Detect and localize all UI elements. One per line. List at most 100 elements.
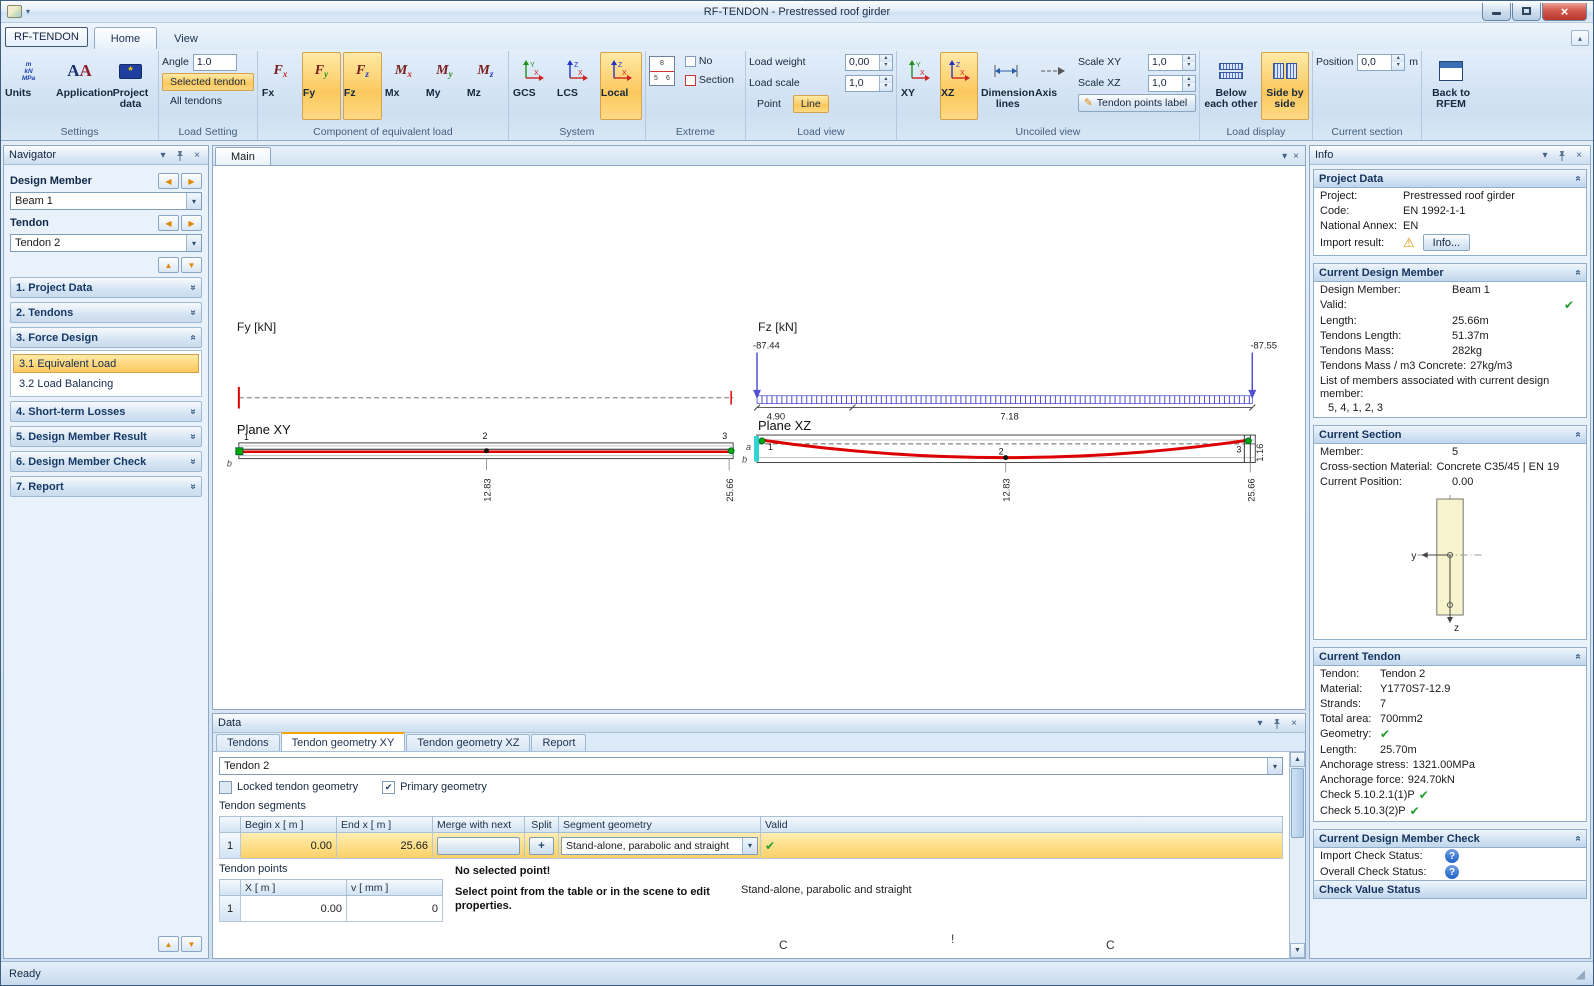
spin-down-icon[interactable]: ▾ bbox=[879, 62, 892, 70]
spin-up-icon[interactable]: ▴ bbox=[1182, 75, 1195, 83]
scene-canvas[interactable]: Fy [kN] Plane XY 1 2 3 b 12.83 25.66 Fz … bbox=[212, 165, 1306, 710]
spin-down-icon[interactable]: ▾ bbox=[879, 83, 892, 91]
component-fz-button[interactable]: Fz Fz bbox=[342, 52, 382, 120]
component-mx-button[interactable]: Mx Mx bbox=[384, 52, 423, 120]
collapse-icon[interactable]: » bbox=[1573, 270, 1584, 276]
scale-xy-spinner[interactable]: 1,0 ▴ ▾ bbox=[1147, 53, 1196, 71]
point-v-cell[interactable]: 0 bbox=[347, 896, 443, 922]
nav-item-force-design[interactable]: 3. Force Design» bbox=[10, 327, 202, 348]
segment-geometry-select[interactable]: Stand-alone, parabolic and straight ▾ bbox=[561, 836, 758, 855]
spin-up-icon[interactable]: ▴ bbox=[879, 54, 892, 62]
scale-xz-spinner[interactable]: 1,0 ▴ ▾ bbox=[1147, 74, 1196, 92]
collapse-icon[interactable]: » bbox=[1573, 836, 1584, 842]
tab-view[interactable]: View bbox=[157, 27, 215, 49]
angle-field[interactable]: 1.0 bbox=[192, 53, 237, 71]
local-button[interactable]: Z X Local bbox=[599, 52, 642, 120]
spin-up-icon[interactable]: ▴ bbox=[1182, 54, 1195, 62]
extreme-section-button[interactable]: Section bbox=[677, 71, 742, 89]
collapse-icon[interactable]: » bbox=[1573, 654, 1584, 660]
project-data-button[interactable]: * Project data bbox=[106, 52, 155, 120]
nav-item-report[interactable]: 7. Report» bbox=[10, 476, 202, 497]
back-to-rfem-button[interactable]: Back to RFEM bbox=[1425, 52, 1477, 120]
chevron-down-icon[interactable]: ▾ bbox=[742, 837, 757, 854]
segments-table-row[interactable]: 1 0.00 25.66 + Stand-alone, parabolic an… bbox=[219, 833, 1283, 859]
primary-geometry-checkbox[interactable]: ✔ Primary geometry bbox=[382, 780, 487, 794]
maximize-button[interactable] bbox=[1512, 2, 1541, 21]
move-up-button[interactable]: ▲ bbox=[158, 257, 179, 273]
data-scrollbar[interactable]: ▲ ▼ bbox=[1289, 752, 1305, 958]
nav-subitem-load-balancing[interactable]: 3.2 Load Balancing bbox=[13, 374, 199, 393]
spin-down-icon[interactable]: ▾ bbox=[1182, 83, 1195, 91]
below-each-other-button[interactable]: Below each other bbox=[1203, 52, 1259, 120]
units-button[interactable]: m kN MPa Units bbox=[4, 52, 53, 120]
tab-home[interactable]: Home bbox=[93, 27, 158, 49]
collapse-icon[interactable]: » bbox=[1573, 432, 1584, 438]
points-table-row[interactable]: 1 0.00 0 bbox=[219, 896, 443, 922]
chevron-down-icon[interactable]: ▾ bbox=[186, 235, 201, 251]
tendon-point-1-xy[interactable] bbox=[235, 447, 244, 456]
spin-down-icon[interactable]: ▾ bbox=[1182, 62, 1195, 70]
lcs-button[interactable]: Z X LCS bbox=[556, 52, 598, 120]
position-spinner[interactable]: 0,0 ▴ ▾ bbox=[1357, 53, 1406, 71]
view-menu-icon[interactable]: ▾ bbox=[1282, 151, 1287, 162]
component-mz-button[interactable]: Mz Mz bbox=[466, 52, 505, 120]
axis-button[interactable]: Axis bbox=[1034, 52, 1072, 120]
side-by-side-button[interactable]: Side by side bbox=[1260, 52, 1309, 120]
tendon-points-label-button[interactable]: ✎ Tendon points label bbox=[1077, 94, 1196, 112]
spin-down-icon[interactable]: ▾ bbox=[1392, 62, 1405, 70]
tendon-point-2-xy[interactable] bbox=[484, 448, 489, 454]
spin-up-icon[interactable]: ▴ bbox=[1392, 54, 1405, 62]
next-tendon-button[interactable]: ▶ bbox=[181, 215, 202, 231]
quick-access-chevron-icon[interactable]: ▾ bbox=[26, 7, 30, 16]
scrollbar-thumb[interactable] bbox=[1291, 768, 1304, 838]
pin-icon[interactable] bbox=[1271, 718, 1283, 729]
segment-end-cell[interactable]: 25.66 bbox=[337, 833, 433, 859]
locked-geometry-checkbox[interactable]: Locked tendon geometry bbox=[219, 780, 358, 794]
nav-subitem-equivalent-load[interactable]: 3.1 Equivalent Load bbox=[13, 354, 199, 373]
next-design-member-button[interactable]: ▶ bbox=[181, 173, 202, 189]
tendon-point-1-xz[interactable] bbox=[758, 437, 766, 445]
pin-icon[interactable] bbox=[174, 150, 186, 161]
nav-item-design-member-result[interactable]: 5. Design Member Result» bbox=[10, 426, 202, 447]
gcs-button[interactable]: Y X GCS bbox=[512, 52, 554, 120]
tendon-point-3-xz[interactable] bbox=[1244, 437, 1252, 445]
tab-report[interactable]: Report bbox=[531, 734, 587, 751]
panel-menu-icon[interactable]: ▾ bbox=[1539, 150, 1551, 161]
nav-item-short-term-losses[interactable]: 4. Short-term Losses» bbox=[10, 401, 202, 422]
point-x-cell[interactable]: 0.00 bbox=[241, 896, 347, 922]
prev-tendon-button[interactable]: ◀ bbox=[158, 215, 179, 231]
chevron-down-icon[interactable]: ▾ bbox=[1267, 758, 1282, 774]
split-button[interactable]: + bbox=[529, 836, 554, 855]
selected-tendon-button[interactable]: Selected tendon bbox=[162, 73, 254, 91]
line-button[interactable]: Line bbox=[792, 95, 829, 113]
panel-close-icon[interactable]: × bbox=[191, 150, 203, 161]
scroll-up-icon[interactable]: ▲ bbox=[1290, 752, 1305, 767]
import-info-button[interactable]: Info... bbox=[1422, 234, 1471, 251]
app-menu-button[interactable]: RF-TENDON bbox=[5, 27, 88, 47]
segment-begin-cell[interactable]: 0.00 bbox=[241, 833, 337, 859]
tendon-selector[interactable]: Tendon 2 ▾ bbox=[219, 757, 1283, 775]
panel-close-icon[interactable]: × bbox=[1288, 718, 1300, 729]
nav-item-project-data[interactable]: 1. Project Data» bbox=[10, 277, 202, 298]
tab-tendon-geometry-xy[interactable]: Tendon geometry XY bbox=[280, 732, 406, 751]
resize-grip-icon[interactable]: ◢ bbox=[1576, 967, 1585, 981]
design-member-select[interactable]: Beam 1 ▾ bbox=[10, 192, 202, 210]
merge-with-next-button[interactable] bbox=[437, 836, 520, 855]
tab-tendon-geometry-xz[interactable]: Tendon geometry XZ bbox=[406, 734, 531, 751]
point-button[interactable]: Point bbox=[749, 95, 789, 113]
load-scale-spinner[interactable]: 1,0 ▴ ▾ bbox=[844, 74, 893, 92]
panel-menu-icon[interactable]: ▾ bbox=[1254, 718, 1266, 729]
view-xy-button[interactable]: Y X XY bbox=[900, 52, 938, 120]
close-button[interactable]: × bbox=[1542, 2, 1587, 21]
panel-close-icon[interactable]: × bbox=[1573, 150, 1585, 161]
nav-item-tendons[interactable]: 2. Tendons» bbox=[10, 302, 202, 323]
prev-design-member-button[interactable]: ◀ bbox=[158, 173, 179, 189]
extreme-no-button[interactable]: No bbox=[677, 52, 742, 70]
nav-scroll-down-button[interactable]: ▼ bbox=[181, 936, 202, 952]
collapse-icon[interactable]: » bbox=[1573, 176, 1584, 182]
close-view-icon[interactable]: × bbox=[1293, 151, 1299, 162]
tendon-select[interactable]: Tendon 2 ▾ bbox=[10, 234, 202, 252]
minimize-button[interactable] bbox=[1482, 2, 1511, 21]
component-fx-button[interactable]: Fx Fx bbox=[261, 52, 300, 120]
dimension-lines-button[interactable]: Dimension lines bbox=[980, 52, 1035, 120]
